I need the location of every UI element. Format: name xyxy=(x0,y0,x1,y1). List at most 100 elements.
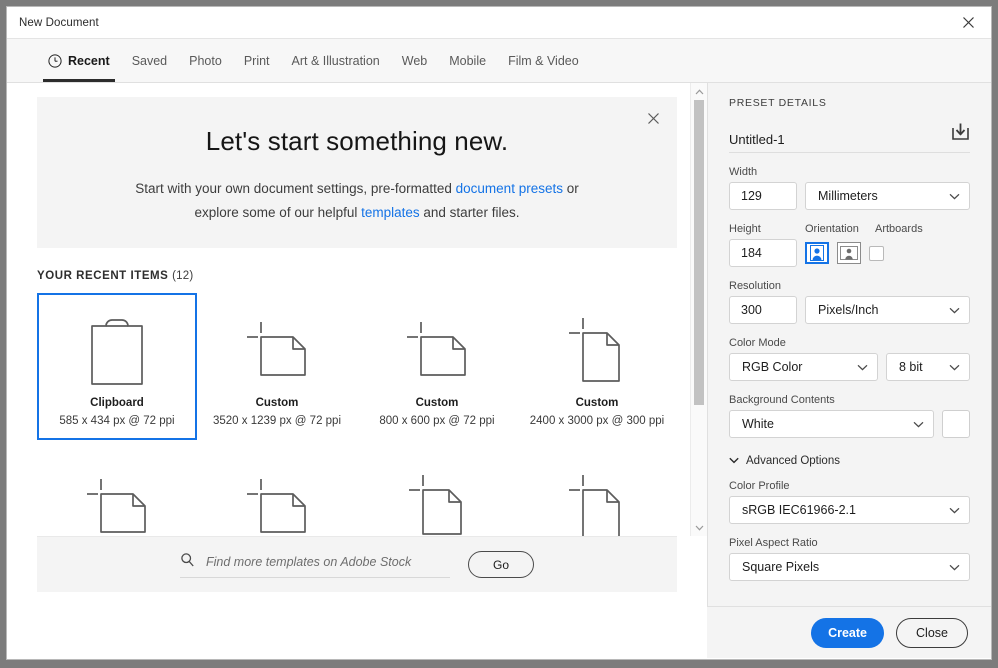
pixel-aspect-ratio-value: Square Pixels xyxy=(742,560,820,574)
hero-title: Let's start something new. xyxy=(205,126,509,156)
chevron-down-icon xyxy=(949,189,960,203)
tab-label: Mobile xyxy=(449,53,487,68)
save-preset-icon[interactable] xyxy=(951,122,970,147)
color-mode-label: Color Mode xyxy=(729,337,786,349)
portrait-icon xyxy=(810,245,824,261)
width-unit-select[interactable]: Millimeters xyxy=(805,182,970,210)
scrollbar-thumb[interactable] xyxy=(694,100,704,405)
tab-label: Photo xyxy=(189,53,222,68)
orientation-landscape-button[interactable] xyxy=(837,242,861,264)
tab-mobile[interactable]: Mobile xyxy=(438,39,497,82)
recent-item-7[interactable]: Custom 6000 x 12000 px @ 96 ppi xyxy=(517,450,677,536)
width-row: Millimeters xyxy=(729,182,970,210)
close-button[interactable]: Close xyxy=(896,617,968,648)
hero-line1-pre: Start with your own document settings, p… xyxy=(135,181,456,196)
resolution-unit-select[interactable]: Pixels/Inch xyxy=(805,296,970,324)
recent-item-2[interactable]: Custom 800 x 600 px @ 72 ppi xyxy=(357,293,517,440)
stock-search-input[interactable] xyxy=(204,553,450,570)
pixel-aspect-ratio-select[interactable]: Square Pixels xyxy=(729,553,970,581)
color-depth-value: 8 bit xyxy=(899,360,923,374)
clipboard-icon xyxy=(88,309,146,395)
screen-root: New Document Recent Saved Photo Print Ar… xyxy=(0,0,998,668)
recent-item-4[interactable]: Custom 1920 x 1200 px @ 72 ppi xyxy=(37,450,197,536)
height-orientation-labels: Height Orientation Artboards xyxy=(729,223,970,235)
chevron-down-icon xyxy=(949,303,960,317)
chevron-down-icon xyxy=(949,560,960,574)
preset-details-title: PRESET DETAILS xyxy=(729,97,827,109)
recent-item-clipboard[interactable]: Clipboard 585 x 434 px @ 72 ppi xyxy=(37,293,197,440)
width-input[interactable] xyxy=(729,182,797,210)
scroll-down-button[interactable] xyxy=(691,519,707,536)
color-depth-select[interactable]: 8 bit xyxy=(886,353,970,381)
advanced-options-label: Advanced Options xyxy=(746,455,840,467)
pixel-aspect-ratio-row: Square Pixels xyxy=(729,553,970,581)
document-name-input[interactable]: Untitled-1 xyxy=(729,132,785,147)
tab-label: Film & Video xyxy=(508,53,579,68)
tab-web[interactable]: Web xyxy=(391,39,438,82)
advanced-options-toggle[interactable]: Advanced Options xyxy=(729,455,970,467)
templates-link[interactable]: templates xyxy=(361,205,420,220)
color-profile-row: sRGB IEC61966-2.1 xyxy=(729,496,970,524)
recent-item-meta: 585 x 434 px @ 72 ppi xyxy=(59,415,175,427)
stock-search-field[interactable] xyxy=(180,552,450,578)
tab-film-video[interactable]: Film & Video xyxy=(497,39,590,82)
document-landscape-icon xyxy=(239,309,315,395)
artboards-checkbox[interactable] xyxy=(869,245,884,261)
tab-label: Print xyxy=(243,53,270,68)
search-icon xyxy=(180,552,195,572)
chevron-up-icon xyxy=(695,88,703,94)
background-contents-label: Background Contents xyxy=(729,394,835,406)
recent-items-heading: YOUR RECENT ITEMS (12) xyxy=(37,270,677,282)
recent-item-meta: 3520 x 1239 px @ 72 ppi xyxy=(212,415,342,427)
recent-item-1[interactable]: Custom 3520 x 1239 px @ 72 ppi xyxy=(197,293,357,440)
tab-photo[interactable]: Photo xyxy=(178,39,233,82)
close-icon xyxy=(963,17,974,28)
tab-recent[interactable]: Recent xyxy=(37,39,121,82)
create-button[interactable]: Create xyxy=(811,617,884,648)
footer-left-spacer xyxy=(7,606,707,659)
color-mode-select[interactable]: RGB Color xyxy=(729,353,878,381)
title-bar: New Document xyxy=(7,7,991,38)
resolution-row: Pixels/Inch xyxy=(729,296,970,324)
adobe-stock-search-bar: Go xyxy=(37,536,677,592)
width-label: Width xyxy=(729,166,758,178)
recent-items-count: (12) xyxy=(172,270,194,282)
tab-print[interactable]: Print xyxy=(233,39,281,82)
templates-scrollbar[interactable] xyxy=(690,83,707,536)
tab-label: Web xyxy=(401,53,428,68)
recent-item-name: Custom xyxy=(575,397,619,409)
tab-saved[interactable]: Saved xyxy=(121,39,178,82)
category-tab-bar: Recent Saved Photo Print Art & Illustrat… xyxy=(7,38,991,83)
hero-close-button[interactable] xyxy=(642,107,664,129)
templates-pane: Let's start something new. Start with yo… xyxy=(7,83,707,606)
tab-art-illustration[interactable]: Art & Illustration xyxy=(281,39,391,82)
height-input[interactable] xyxy=(729,239,797,267)
window-close-button[interactable] xyxy=(946,7,991,38)
document-landscape-icon xyxy=(79,466,155,536)
recent-item-6[interactable]: Custom 12000 x 12000 px @ 96 ppi xyxy=(357,450,517,536)
scrollbar-track[interactable] xyxy=(691,100,707,519)
hero-line1-post: or xyxy=(562,181,579,196)
document-portrait-icon xyxy=(559,309,635,395)
background-contents-select[interactable]: White xyxy=(729,410,934,438)
stock-go-button[interactable]: Go xyxy=(468,551,534,578)
background-color-swatch[interactable] xyxy=(942,410,970,438)
document-landscape-icon xyxy=(239,466,315,536)
background-contents-row: White xyxy=(729,410,970,438)
scroll-up-button[interactable] xyxy=(691,83,707,100)
width-unit-value: Millimeters xyxy=(818,189,878,203)
color-profile-label: Color Profile xyxy=(729,480,790,492)
orientation-portrait-button[interactable] xyxy=(805,242,829,264)
pixel-aspect-ratio-label: Pixel Aspect Ratio xyxy=(729,537,818,549)
recent-items-label: YOUR RECENT ITEMS xyxy=(37,270,169,282)
footer-actions: Create Close xyxy=(707,606,991,658)
document-presets-link[interactable]: document presets xyxy=(456,181,563,196)
color-profile-select[interactable]: sRGB IEC61966-2.1 xyxy=(729,496,970,524)
recent-item-name: Clipboard xyxy=(90,397,144,409)
recent-item-5[interactable]: Custom 1920 x 1080 px @ 72 ppi xyxy=(197,450,357,536)
resolution-input[interactable] xyxy=(729,296,797,324)
chevron-down-icon xyxy=(949,503,960,517)
recent-item-3[interactable]: Custom 2400 x 3000 px @ 300 ppi xyxy=(517,293,677,440)
color-profile-value: sRGB IEC61966-2.1 xyxy=(742,503,856,517)
resolution-label: Resolution xyxy=(729,280,781,292)
